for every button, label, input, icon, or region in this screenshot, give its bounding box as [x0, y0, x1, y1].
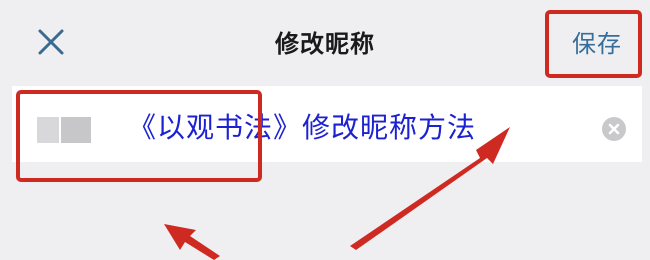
nickname-value-blurred: [37, 117, 91, 143]
top-nav-bar: 修改昵称 保存: [0, 0, 650, 78]
arrow-to-input-icon: [164, 224, 220, 260]
clear-circle-icon: [608, 123, 620, 135]
save-button[interactable]: 保存: [572, 24, 622, 59]
overlay-caption: 《以观书法》修改昵称方法: [128, 111, 477, 144]
clear-input-button[interactable]: [602, 117, 626, 141]
page-title: 修改昵称: [275, 30, 375, 58]
